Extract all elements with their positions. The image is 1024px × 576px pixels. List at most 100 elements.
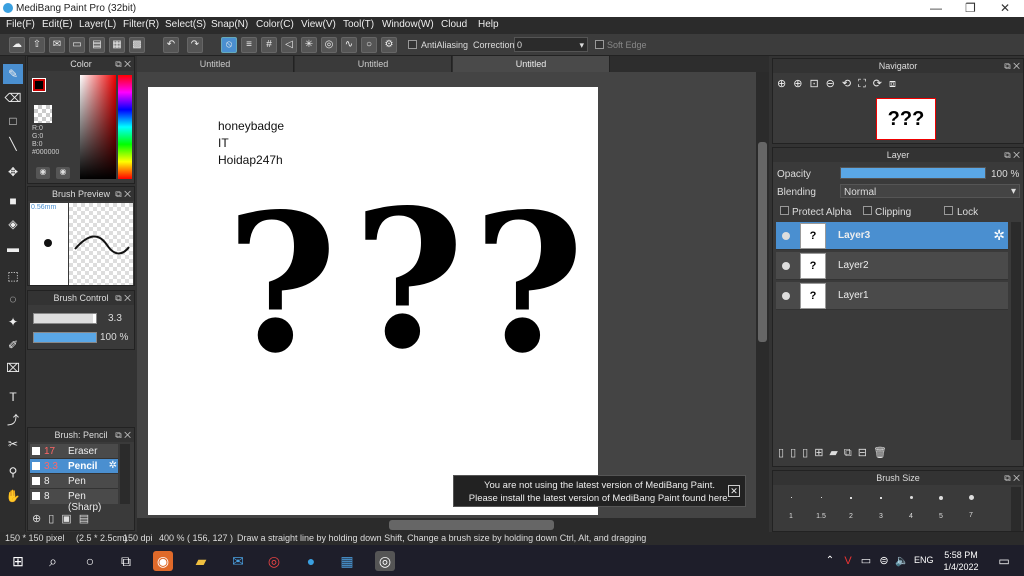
layer-scrollbar[interactable]	[1011, 222, 1021, 440]
tab-untitled-2[interactable]: Untitled	[295, 56, 452, 72]
gear-icon[interactable]: ✲	[993, 227, 1005, 244]
color-settings-icon[interactable]: ◉	[56, 167, 70, 179]
eraser-tool-icon[interactable]: ⌫	[3, 88, 23, 108]
redo-icon[interactable]: ↷	[187, 37, 203, 53]
panel-controls-icon[interactable]: ⧉ ✕	[1004, 148, 1020, 162]
menu-select[interactable]: Select(S)	[165, 19, 206, 30]
panel-controls-icon[interactable]: ⧉ ✕	[115, 291, 131, 305]
close-button[interactable]: ✕	[1000, 1, 1010, 15]
canvas-vertical-scrollbar[interactable]	[756, 72, 769, 518]
chrome-active-icon[interactable]: ◎	[375, 551, 395, 571]
transparent-swatch[interactable]	[34, 105, 52, 123]
rotate-right-icon[interactable]: ⟳	[873, 78, 889, 90]
move-tool-icon[interactable]: ✥	[3, 162, 23, 182]
fit-icon[interactable]: ⊡	[809, 78, 825, 90]
brush-size-cell[interactable]: 1	[777, 487, 805, 527]
snap-off-icon[interactable]: ⦸	[221, 37, 237, 53]
new-layer-1bit-icon[interactable]: ▯	[802, 447, 814, 459]
merge-layer-icon[interactable]: ⊟	[858, 447, 873, 459]
language-indicator[interactable]: ENG	[914, 555, 934, 565]
grid-icon[interactable]: ▦	[109, 37, 125, 53]
visibility-icon[interactable]	[782, 232, 790, 240]
layer-row-layer2[interactable]: ? Layer2	[776, 252, 1008, 280]
tray-app-icon[interactable]: V	[838, 551, 858, 571]
panel-controls-icon[interactable]: ⧉ ✕	[115, 428, 131, 442]
layer-row-layer3[interactable]: ? Layer3 ✲	[776, 222, 1008, 250]
gradient-tool-icon[interactable]: ▬	[3, 238, 23, 258]
brush-menu-icon[interactable]: ▣	[61, 513, 78, 525]
rotate-left-icon[interactable]: ⟲	[842, 78, 858, 90]
hue-slider[interactable]	[118, 75, 132, 179]
panel-controls-icon[interactable]: ⧉ ✕	[1004, 471, 1020, 485]
snap-grid-icon[interactable]: #	[261, 37, 277, 53]
new-layer-icon[interactable]: ▯	[778, 447, 790, 459]
comment-icon[interactable]: ▭	[69, 37, 85, 53]
new-brush-icon[interactable]: ▯	[48, 513, 61, 525]
blending-select[interactable]: Normal ▾	[840, 184, 1020, 198]
network-icon[interactable]: ⊜	[874, 551, 894, 571]
brush-save-icon[interactable]: ▤	[79, 513, 96, 525]
snap-curve-icon[interactable]: ∿	[341, 37, 357, 53]
clock[interactable]: 5:58 PM 1/4/2022	[940, 549, 982, 573]
brush-item-pen[interactable]: 8 Pen	[30, 474, 118, 489]
add-brush-icon[interactable]: ⊕	[32, 513, 48, 525]
select-tool-icon[interactable]: ⬚	[3, 266, 23, 286]
menu-edit[interactable]: Edit(E)	[42, 19, 73, 30]
bucket-tool-icon[interactable]: ◈	[3, 214, 23, 234]
menu-file[interactable]: File(F)	[6, 19, 35, 30]
add-layer-menu-icon[interactable]: ⊞	[814, 447, 829, 459]
vertical-scroll-thumb[interactable]	[758, 142, 767, 342]
tile-icon[interactable]: ▩	[129, 37, 145, 53]
menu-layer[interactable]: Layer(L)	[79, 19, 116, 30]
delete-layer-icon[interactable]: 🗑	[873, 447, 893, 459]
brush-size-cell[interactable]: 2	[837, 487, 865, 527]
brush-item-eraser[interactable]: 17 Eraser	[30, 444, 118, 459]
lock-checkbox[interactable]	[944, 206, 953, 215]
zoom-out-icon[interactable]: ⊖	[826, 78, 842, 90]
menu-filter[interactable]: Filter(R)	[123, 19, 159, 30]
zoom-icon[interactable]: ⊕	[777, 78, 793, 90]
line-tool-icon[interactable]: ╲	[3, 134, 23, 154]
minimize-button[interactable]: —	[930, 1, 942, 15]
snap-perspective-icon[interactable]: ◁	[281, 37, 297, 53]
navigator-preview[interactable]: ???	[876, 98, 936, 140]
operation-tool-icon[interactable]: ⤴	[3, 410, 23, 430]
cloud-icon[interactable]: ☁	[9, 37, 25, 53]
panel-controls-icon[interactable]: ⧉ ✕	[115, 57, 131, 71]
menu-tool[interactable]: Tool(T)	[343, 19, 374, 30]
notification-icon[interactable]: ▭	[994, 551, 1014, 571]
brush-size-cell[interactable]: 5	[927, 487, 955, 527]
cortana-icon[interactable]: ○	[80, 551, 100, 571]
correction-select[interactable]: 0 ▾	[514, 37, 588, 52]
magic-wand-tool-icon[interactable]: ✦	[3, 312, 23, 332]
tab-untitled-1[interactable]: Untitled	[137, 56, 294, 72]
flip-icon[interactable]: ⧈	[889, 78, 903, 90]
search-icon[interactable]: ⌕	[43, 551, 63, 571]
menu-color[interactable]: Color(C)	[256, 19, 294, 30]
menu-cloud[interactable]: Cloud	[441, 19, 467, 30]
brush-item-pencil[interactable]: 3.3 Pencil ✲	[30, 459, 118, 474]
brush-list-scrollbar[interactable]	[120, 444, 130, 504]
visibility-icon[interactable]	[782, 262, 790, 270]
saturation-value-picker[interactable]	[80, 75, 116, 179]
snap-circle-icon[interactable]: ○	[361, 37, 377, 53]
brush-size-slider[interactable]	[33, 313, 97, 324]
protect-alpha-checkbox[interactable]	[780, 206, 789, 215]
chat-icon[interactable]: ✉	[49, 37, 65, 53]
power-icon[interactable]: ▭	[856, 551, 876, 571]
brush-size-cell[interactable]: 1.5	[807, 487, 835, 527]
fit-screen-icon[interactable]: ⛶	[858, 78, 873, 90]
windows-start-icon[interactable]: ⊞	[8, 551, 28, 571]
folder-icon[interactable]: ▰	[829, 447, 843, 459]
zoom-in-icon[interactable]: ⊕	[793, 78, 809, 90]
drawing-canvas[interactable]: honeybadge IT Hoidap247h ? ? ?	[148, 87, 598, 515]
task-view-icon[interactable]: ⧉	[116, 551, 136, 571]
calculator-icon[interactable]: ▦	[337, 551, 357, 571]
layer-row-layer1[interactable]: ? Layer1	[776, 282, 1008, 310]
menu-window[interactable]: Window(W)	[382, 19, 434, 30]
horizontal-scroll-thumb[interactable]	[389, 520, 554, 530]
new-layer-8bit-icon[interactable]: ▯	[790, 447, 802, 459]
brush-item-pen-sharp[interactable]: 8 Pen (Sharp)	[30, 489, 118, 513]
eyedropper-tool-icon[interactable]: ⚲	[3, 462, 23, 482]
panel-controls-icon[interactable]: ⧉ ✕	[1004, 59, 1020, 73]
